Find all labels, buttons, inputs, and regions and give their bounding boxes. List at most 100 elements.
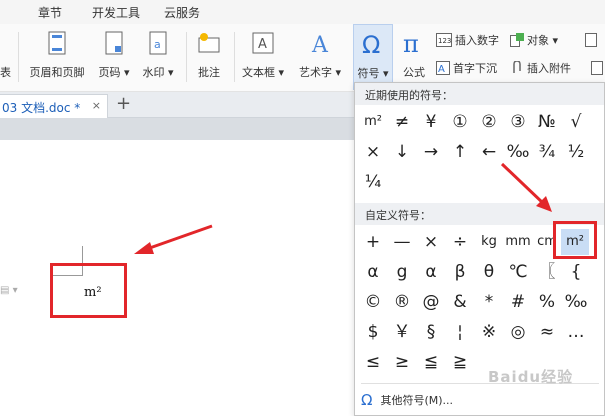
- symbol-cell[interactable]: β: [446, 259, 474, 285]
- divider: [234, 32, 235, 82]
- symbol-cell[interactable]: kg: [475, 229, 503, 255]
- symbol-cell[interactable]: ≦: [417, 349, 445, 375]
- annotation-icon: [198, 33, 220, 53]
- symbol-cell[interactable]: @: [417, 289, 445, 315]
- new-tab-button[interactable]: +: [116, 93, 131, 114]
- close-icon[interactable]: ×: [92, 99, 101, 112]
- symbol-cell[interactable]: ‰: [562, 289, 590, 315]
- symbol-cell[interactable]: ↑: [446, 139, 474, 165]
- symbol-cell[interactable]: ≠: [388, 109, 416, 135]
- overflow-icon-button-2[interactable]: [590, 58, 605, 78]
- symbol-cell[interactable]: ©: [359, 289, 387, 315]
- attachment-icon: [513, 61, 521, 73]
- object-icon: [510, 33, 524, 47]
- symbol-cell[interactable]: §: [417, 319, 445, 345]
- symbol-cell[interactable]: mm: [504, 229, 532, 255]
- svg-text:A: A: [258, 37, 267, 52]
- table-button[interactable]: 表: [0, 24, 14, 90]
- symbol-cell[interactable]: α: [417, 259, 445, 285]
- symbol-cell[interactable]: ≥: [388, 349, 416, 375]
- svg-text:Ω: Ω: [362, 31, 380, 57]
- art-text-button[interactable]: A 艺术字 ▾: [292, 24, 348, 90]
- document-tab-label: 03 文档.doc *: [2, 101, 81, 115]
- insert-number-button[interactable]: 123 插入数字: [436, 30, 499, 50]
- page-number-button[interactable]: 页码 ▾: [92, 24, 136, 90]
- document-tab[interactable]: 03 文档.doc * ×: [0, 94, 108, 118]
- symbol-cell[interactable]: *: [475, 289, 503, 315]
- symbol-cell[interactable]: +: [359, 229, 387, 255]
- insert-attachment-button[interactable]: 插入附件: [510, 58, 571, 78]
- svg-text:123: 123: [438, 37, 451, 45]
- textbox-label: 文本框 ▾: [241, 66, 285, 79]
- art-text-label: 艺术字 ▾: [298, 66, 342, 79]
- menu-developer-tools[interactable]: 开发工具: [92, 4, 140, 21]
- insert-number-label: 插入数字: [455, 34, 499, 47]
- menu-bar: 章节 开发工具 云服务: [0, 0, 605, 24]
- symbol-cell[interactable]: ③: [504, 109, 532, 135]
- symbol-cell[interactable]: ￥: [388, 319, 416, 345]
- symbol-cell[interactable]: →: [417, 139, 445, 165]
- symbol-cell[interactable]: …: [562, 319, 590, 345]
- page-number-label: 页码 ▾: [98, 66, 130, 79]
- art-text-icon: A: [311, 33, 329, 56]
- symbol-cell[interactable]: —: [388, 229, 416, 255]
- symbol-cell[interactable]: √: [562, 109, 590, 135]
- symbol-cell[interactable]: m²: [359, 109, 387, 135]
- symbol-cell[interactable]: θ: [475, 259, 503, 285]
- symbol-cell[interactable]: ℃: [504, 259, 532, 285]
- svg-text:π: π: [403, 30, 419, 56]
- object-button[interactable]: 对象 ▾: [510, 30, 558, 50]
- symbol-cell[interactable]: ¼: [359, 169, 387, 195]
- symbol-cell[interactable]: №: [533, 109, 561, 135]
- symbol-cell[interactable]: ↓: [388, 139, 416, 165]
- header-footer-label: 页眉和页脚: [29, 66, 85, 79]
- symbol-cell[interactable]: ®: [388, 289, 416, 315]
- symbol-cell[interactable]: 〖: [533, 259, 561, 285]
- divider: [186, 32, 187, 82]
- header-footer-button[interactable]: 页眉和页脚: [24, 24, 90, 90]
- symbol-cell[interactable]: ②: [475, 109, 503, 135]
- symbol-cell[interactable]: #: [504, 289, 532, 315]
- symbol-button[interactable]: Ω 符号 ▾: [353, 24, 393, 90]
- menu-cloud-services[interactable]: 云服务: [164, 4, 200, 21]
- drop-cap-icon: A: [436, 61, 450, 75]
- textbox-button[interactable]: A 文本框 ▾: [238, 24, 288, 90]
- symbol-cell[interactable]: ◎: [504, 319, 532, 345]
- symbol-cell[interactable]: ①: [446, 109, 474, 135]
- highlight-box: [50, 263, 127, 318]
- symbol-cell[interactable]: ½: [562, 139, 590, 165]
- symbol-cell[interactable]: ×: [417, 229, 445, 255]
- symbol-cell[interactable]: &: [446, 289, 474, 315]
- table-label: 表: [0, 66, 11, 79]
- symbol-cell[interactable]: ※: [475, 319, 503, 345]
- formula-button[interactable]: π 公式: [396, 24, 432, 90]
- symbol-cell[interactable]: {: [562, 259, 590, 285]
- drop-cap-button[interactable]: A 首字下沉: [436, 58, 497, 78]
- symbol-cell[interactable]: ≤: [359, 349, 387, 375]
- overflow-icon-button[interactable]: [584, 30, 601, 50]
- watermark-button[interactable]: a 水印 ▾: [136, 24, 180, 90]
- symbol-cell[interactable]: ¦: [446, 319, 474, 345]
- symbol-cell[interactable]: ÷: [446, 229, 474, 255]
- annotation-button[interactable]: 批注: [190, 24, 228, 90]
- divider: [18, 32, 19, 82]
- watermark-icon: a: [149, 31, 167, 55]
- symbol-cell[interactable]: %: [533, 289, 561, 315]
- annotation-arrow: [134, 224, 213, 254]
- menu-chapter[interactable]: 章节: [38, 4, 62, 21]
- symbol-cell[interactable]: ×: [359, 139, 387, 165]
- document-icon: [591, 61, 603, 75]
- symbol-cell[interactable]: α: [359, 259, 387, 285]
- formula-label: 公式: [403, 66, 425, 79]
- paragraph-handle-icon[interactable]: ▤ ▾: [0, 285, 18, 296]
- symbol-cell[interactable]: ≈: [533, 319, 561, 345]
- recent-symbols-heading: 近期使用的符号：: [355, 83, 604, 105]
- annotation-label: 批注: [198, 66, 220, 79]
- annotation-arrow: [500, 162, 552, 212]
- more-symbols-button[interactable]: Ω 其他符号(M)...: [361, 389, 453, 411]
- symbol-cell[interactable]: $: [359, 319, 387, 345]
- symbol-cell[interactable]: g: [388, 259, 416, 285]
- svg-text:A: A: [438, 64, 445, 75]
- symbol-cell[interactable]: ≧: [446, 349, 474, 375]
- symbol-cell[interactable]: ¥: [417, 109, 445, 135]
